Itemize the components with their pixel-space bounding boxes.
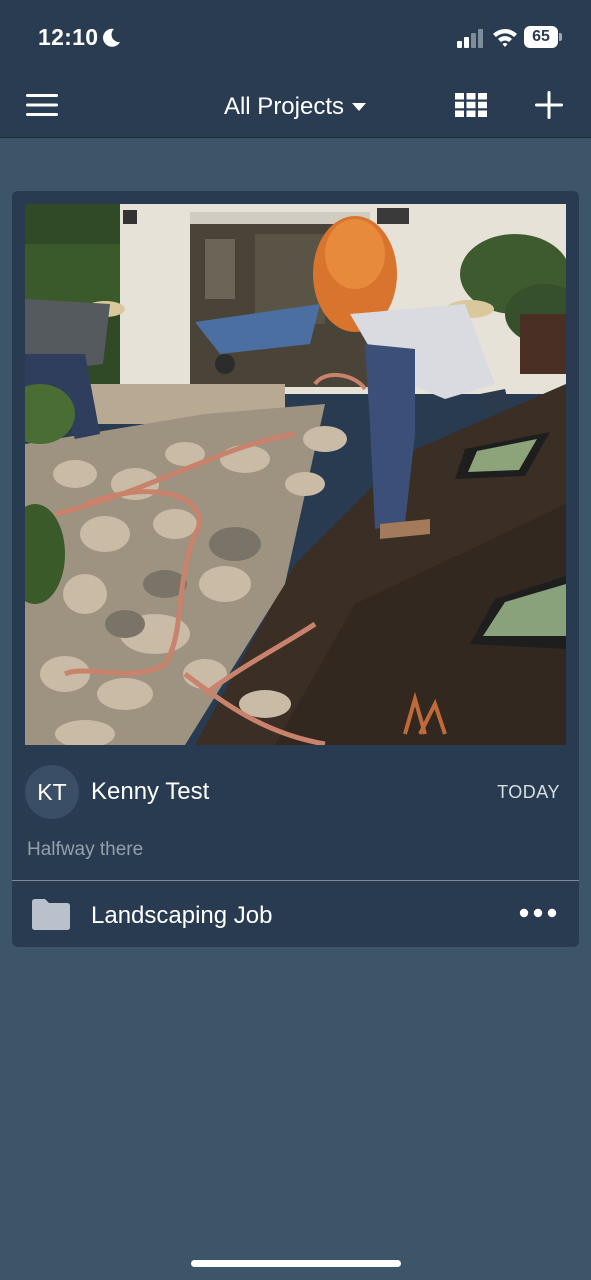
more-horizontal-icon[interactable] (519, 907, 557, 919)
landscaping-photo (25, 204, 566, 745)
folder-icon (32, 899, 70, 930)
top-bar: 12:10 65 All Projects (0, 0, 591, 138)
project-post-card: KT Kenny Test TODAY Halfway there Landsc… (12, 191, 579, 947)
caret-down-icon (352, 102, 367, 111)
plus-icon[interactable] (534, 90, 564, 120)
battery-indicator: 65 (524, 26, 562, 48)
project-name: Landscaping Job (91, 902, 273, 929)
post-caption: Halfway there (27, 839, 144, 860)
post-photo[interactable] (25, 204, 566, 745)
post-author-row: KT Kenny Test TODAY (12, 765, 579, 821)
project-filter-dropdown[interactable]: All Projects (195, 90, 395, 124)
grid-view-icon[interactable] (455, 93, 487, 117)
cellular-signal-icon (457, 29, 483, 48)
wifi-icon (493, 29, 517, 47)
status-time: 12:10 (38, 24, 99, 50)
battery-level: 65 (524, 26, 558, 48)
page-title: All Projects (223, 93, 345, 120)
hamburger-menu-icon[interactable] (26, 92, 58, 118)
battery-cap (559, 33, 562, 41)
post-date: TODAY (497, 782, 560, 802)
author-name[interactable]: Kenny Test (91, 778, 209, 806)
moon-icon (103, 28, 120, 47)
avatar[interactable]: KT (25, 765, 79, 819)
project-link-row[interactable]: Landscaping Job (12, 881, 579, 947)
home-indicator[interactable] (191, 1260, 401, 1267)
